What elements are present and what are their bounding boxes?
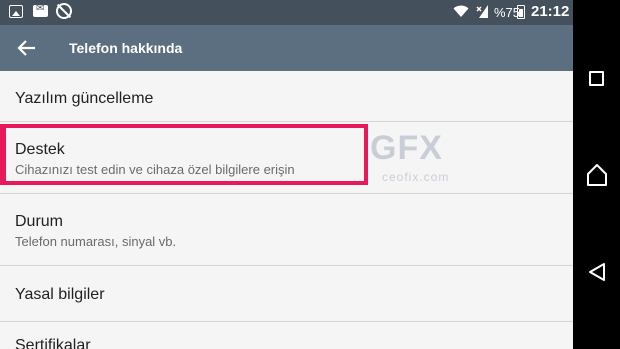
clock: 21:12 xyxy=(531,3,570,20)
page-title: Telefon hakkında xyxy=(69,40,183,56)
watermark-logo: GFX xyxy=(370,129,443,167)
settings-item-legal-info[interactable]: Yasal bilgiler xyxy=(0,266,573,322)
phone-screen: %75 21:12 Telefon hakkında Yazılım günce… xyxy=(0,0,573,349)
settings-item-software-update[interactable]: Yazılım güncelleme xyxy=(0,71,573,122)
item-subtitle: Cihazınızı test edin ve cihaza özel bilg… xyxy=(15,162,295,177)
item-title: Sertifikalar xyxy=(15,337,91,349)
watermark-domain: ceofix.com xyxy=(382,170,450,184)
item-title: Durum xyxy=(15,213,64,230)
status-bar: %75 21:12 xyxy=(0,0,573,25)
settings-item-certificates[interactable]: Sertifikalar xyxy=(0,322,573,349)
sync-off-icon xyxy=(56,3,72,19)
home-icon[interactable] xyxy=(586,163,608,187)
navigation-bar xyxy=(573,0,620,349)
photo-icon xyxy=(9,5,23,18)
item-title: Destek xyxy=(15,141,65,158)
settings-item-status[interactable]: Durum Telefon numarası, sinyal vb. xyxy=(0,194,573,266)
arrow-back-icon[interactable] xyxy=(17,38,37,58)
recents-icon[interactable] xyxy=(589,71,604,86)
message-icon xyxy=(33,3,48,17)
app-toolbar: Telefon hakkında xyxy=(0,25,573,71)
battery-icon xyxy=(517,5,525,19)
signal-icon xyxy=(475,3,489,23)
item-title: Yazılım güncelleme xyxy=(15,90,154,107)
back-triangle-icon[interactable] xyxy=(587,262,607,282)
item-title: Yasal bilgiler xyxy=(15,286,105,303)
item-subtitle: Telefon numarası, sinyal vb. xyxy=(15,234,177,249)
wifi-icon xyxy=(453,4,469,21)
settings-item-support[interactable]: Destek Cihazınızı test edin ve cihaza öz… xyxy=(0,122,573,194)
watermark: GFX ceofix.com xyxy=(370,130,470,190)
